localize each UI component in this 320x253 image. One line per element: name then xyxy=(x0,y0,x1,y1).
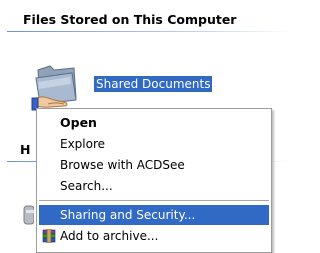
section-header-files-stored: Files Stored on This Computer xyxy=(0,8,294,32)
shared-documents-folder[interactable]: Shared Documents xyxy=(30,60,220,112)
menu-item-label: Explore xyxy=(60,137,106,151)
section-divider xyxy=(7,31,294,32)
folder-label: Shared Documents xyxy=(94,76,213,92)
menu-item-label: Search... xyxy=(60,179,113,193)
hard-drive-icon xyxy=(23,205,34,225)
explorer-panel: Files Stored on This Computer Shared Doc… xyxy=(0,0,294,253)
context-menu: Open Explore Browse with ACDSee Search..… xyxy=(36,108,272,253)
menu-item-label: Browse with ACDSee xyxy=(60,158,185,172)
menu-item-label: Add to archive... xyxy=(60,229,159,243)
menu-item-browse-acdsee[interactable]: Browse with ACDSee xyxy=(39,155,269,175)
shared-folder-icon xyxy=(31,65,77,111)
section-title-partial: H xyxy=(20,142,31,157)
menu-item-add-to-archive[interactable]: Add to archive... xyxy=(39,226,269,246)
menu-item-search[interactable]: Search... xyxy=(39,176,269,196)
menu-item-label: Sharing and Security... xyxy=(60,208,196,222)
winrar-archive-icon xyxy=(42,229,56,243)
menu-separator xyxy=(39,200,269,201)
section-title: Files Stored on This Computer xyxy=(23,12,237,27)
menu-item-open[interactable]: Open xyxy=(39,113,269,133)
menu-item-label: Open xyxy=(60,115,97,130)
menu-item-explore[interactable]: Explore xyxy=(39,134,269,154)
menu-item-sharing-security[interactable]: Sharing and Security... xyxy=(39,205,269,225)
